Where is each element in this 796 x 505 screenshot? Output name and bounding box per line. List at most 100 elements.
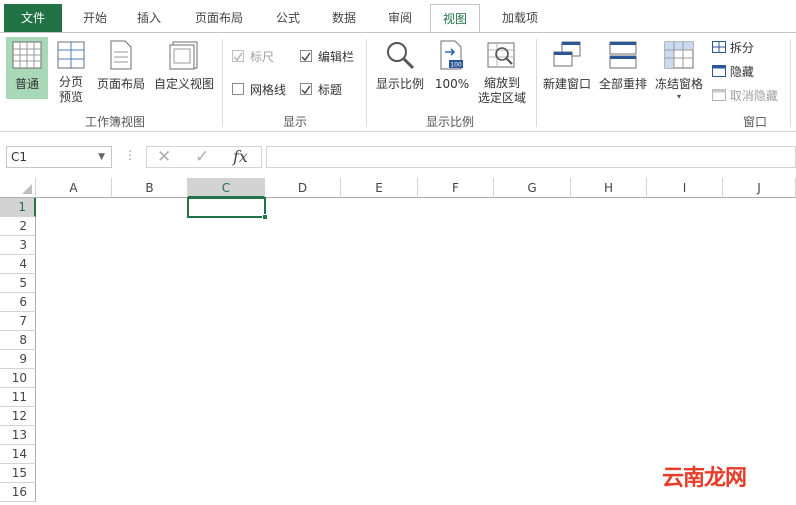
formula-bar-label: 编辑栏 [318, 50, 355, 64]
hide-label: 隐藏 [729, 65, 754, 79]
row-header-5[interactable]: 5 [0, 274, 36, 293]
page-layout-view-button[interactable]: 页面布局 [94, 37, 148, 99]
check-icon [233, 52, 243, 62]
chevron-down-icon[interactable]: ▼ [98, 147, 105, 167]
svg-text:100: 100 [450, 62, 462, 69]
column-header-h[interactable]: H [571, 178, 647, 198]
group-divider [536, 39, 537, 127]
formula-bar-checkbox[interactable] [300, 50, 312, 62]
gridlines-checkbox[interactable] [232, 83, 244, 95]
normal-view-icon [12, 41, 42, 69]
page-break-preview-button[interactable]: 分页 预览 [52, 37, 90, 109]
freeze-panes-icon [664, 41, 694, 69]
row-header-15[interactable]: 15 [0, 464, 36, 483]
active-cell-c1[interactable] [187, 197, 266, 218]
headings-label: 标题 [318, 83, 343, 97]
custom-views-label: 自定义视图 [153, 77, 214, 91]
custom-views-icon [169, 41, 198, 70]
row-header-6[interactable]: 6 [0, 293, 36, 312]
row-header-4[interactable]: 4 [0, 255, 36, 274]
row-header-10[interactable]: 10 [0, 369, 36, 388]
check-icon [301, 85, 311, 95]
ribbon: 普通 分页 预览 页面布局 自定义视图 工作簿视图 标尺 编辑栏 网格线 标题 … [0, 32, 796, 132]
tab-review[interactable]: 审阅 [376, 6, 424, 32]
zoom-label: 显示比例 [375, 77, 424, 91]
arrange-all-button[interactable]: 全部重排 [596, 37, 650, 99]
freeze-panes-label: 冻结窗格 [654, 77, 703, 91]
custom-views-button[interactable]: 自定义视图 [150, 37, 218, 99]
check-icon [301, 52, 311, 62]
enter-icon[interactable]: ✓ [195, 147, 209, 167]
group-divider [222, 39, 223, 127]
column-header-j[interactable]: J [723, 178, 796, 198]
select-all-corner[interactable] [0, 178, 36, 198]
tab-insert[interactable]: 插入 [126, 6, 172, 32]
workbook-views-group-label: 工作簿视图 [84, 115, 145, 129]
column-header-i[interactable]: I [647, 178, 723, 198]
row-header-3[interactable]: 3 [0, 236, 36, 255]
tab-file[interactable]: 文件 [4, 4, 62, 32]
zoom-selection-label: 缩放到 [483, 76, 520, 90]
row-header-7[interactable]: 7 [0, 312, 36, 331]
column-header-b[interactable]: B [112, 178, 188, 198]
zoom-100-button[interactable]: 100 100% [432, 37, 472, 99]
column-header-a[interactable]: A [36, 178, 112, 198]
unhide-button[interactable]: 取消隐藏 [712, 89, 792, 105]
page-layout-icon [110, 40, 132, 70]
freeze-panes-button[interactable]: 冻结窗格 ▾ [652, 37, 706, 109]
insert-function-icon[interactable]: fx [233, 147, 248, 167]
zoom-button[interactable]: 显示比例 [372, 37, 428, 99]
tab-formulas[interactable]: 公式 [264, 6, 312, 32]
magnifier-icon [387, 42, 415, 70]
tab-add-ins[interactable]: 加载项 [490, 6, 550, 32]
show-group-label: 显示 [282, 115, 307, 129]
column-header-g[interactable]: G [494, 178, 571, 198]
zoom-group-label: 显示比例 [425, 115, 474, 129]
tab-page-layout[interactable]: 页面布局 [182, 6, 256, 32]
page-break-label-2: 预览 [58, 90, 83, 104]
hide-button[interactable]: 隐藏 [712, 65, 772, 81]
row-header-12[interactable]: 12 [0, 407, 36, 426]
row-header-2[interactable]: 2 [0, 217, 36, 236]
select-all-icon [22, 184, 32, 194]
cancel-icon[interactable]: ✕ [157, 147, 171, 167]
new-window-button[interactable]: 新建窗口 [540, 37, 594, 99]
chevron-down-icon: ▾ [676, 92, 681, 101]
column-header-e[interactable]: E [341, 178, 418, 198]
unhide-icon [712, 89, 726, 101]
group-divider [790, 39, 791, 127]
tab-home[interactable]: 开始 [70, 6, 120, 32]
zoom-to-selection-button[interactable]: 缩放到 选定区域 [474, 37, 530, 109]
split-button[interactable]: 拆分 [712, 41, 772, 57]
normal-view-button[interactable]: 普通 [6, 37, 48, 99]
name-box[interactable]: C1 ▼ [6, 146, 112, 168]
normal-view-label: 普通 [14, 77, 39, 91]
headings-checkbox[interactable] [300, 83, 312, 95]
column-header-d[interactable]: D [265, 178, 341, 198]
formula-input[interactable] [266, 146, 796, 168]
gridlines-label: 网格线 [250, 83, 287, 97]
tab-data[interactable]: 数据 [320, 6, 368, 32]
worksheet-grid[interactable]: A B C D E F G H I J 1 2 3 4 5 6 7 8 9 10… [0, 178, 796, 505]
split-icon [712, 41, 726, 53]
column-header-c[interactable]: C [188, 178, 265, 198]
ruler-label: 标尺 [250, 50, 275, 64]
drag-handle-icon[interactable]: ⋮ [124, 148, 136, 162]
row-header-11[interactable]: 11 [0, 388, 36, 407]
row-header-8[interactable]: 8 [0, 331, 36, 350]
zoom-selection-icon [487, 42, 515, 68]
row-header-14[interactable]: 14 [0, 445, 36, 464]
fill-handle[interactable] [262, 214, 268, 220]
column-header-f[interactable]: F [418, 178, 494, 198]
unhide-label: 取消隐藏 [729, 89, 778, 103]
window-group-label: 窗口 [742, 115, 767, 129]
hide-icon [712, 65, 726, 77]
ruler-checkbox[interactable] [232, 50, 244, 62]
row-header-1[interactable]: 1 [0, 198, 36, 217]
group-divider [366, 39, 367, 127]
zoom-100-icon: 100 [440, 40, 463, 70]
tab-view[interactable]: 视图 [430, 4, 480, 32]
row-header-9[interactable]: 9 [0, 350, 36, 369]
row-header-16[interactable]: 16 [0, 483, 36, 502]
row-header-13[interactable]: 13 [0, 426, 36, 445]
